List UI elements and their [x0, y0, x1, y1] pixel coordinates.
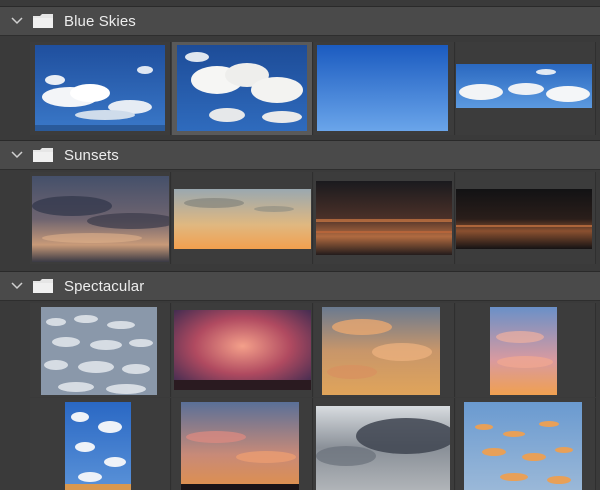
preset-thumbnail[interactable]	[314, 42, 455, 135]
preset-thumbnail[interactable]	[30, 398, 171, 490]
preset-thumbnail[interactable]	[172, 172, 313, 264]
sky-presets-panel: Blue Skies Sunsets Spectacular	[0, 0, 600, 490]
sunset-image-icon	[181, 402, 299, 490]
cloud-image-icon	[35, 45, 165, 131]
cloud-image-icon	[65, 402, 131, 490]
chevron-down-icon[interactable]	[8, 12, 26, 30]
sunset-image-icon	[456, 189, 592, 249]
cloud-image-icon	[41, 307, 157, 395]
preset-thumbnail[interactable]	[314, 398, 455, 490]
sunset-image-icon	[316, 181, 452, 255]
chevron-down-icon[interactable]	[8, 277, 26, 295]
group-title: Spectacular	[64, 277, 145, 295]
preset-thumbnail[interactable]	[456, 42, 596, 135]
preset-thumbnail[interactable]	[172, 303, 313, 397]
group-title: Sunsets	[64, 146, 119, 164]
preset-thumbnail[interactable]	[172, 42, 313, 135]
preset-thumbnail[interactable]	[456, 398, 596, 490]
sunset-image-icon	[32, 176, 169, 262]
preset-thumbnail[interactable]	[30, 42, 171, 135]
group-header-sunsets[interactable]: Sunsets	[0, 140, 600, 170]
sunset-image-icon	[464, 402, 582, 490]
preset-thumbnail[interactable]	[30, 172, 171, 264]
preset-thumbnail[interactable]	[30, 303, 171, 397]
sunset-image-icon	[174, 310, 311, 390]
preset-thumbnail[interactable]	[456, 172, 596, 264]
cloud-image-icon	[456, 64, 592, 108]
sky-image-icon	[317, 45, 448, 131]
sunset-image-icon	[174, 189, 311, 249]
cloud-image-icon	[316, 406, 450, 490]
group-header-blue-skies[interactable]: Blue Skies	[0, 6, 600, 36]
preset-thumbnail[interactable]	[314, 303, 455, 397]
chevron-down-icon[interactable]	[8, 146, 26, 164]
group-title: Blue Skies	[64, 12, 136, 30]
folder-icon	[32, 278, 54, 294]
preset-thumbnail[interactable]	[314, 172, 455, 264]
preset-thumbnail[interactable]	[456, 303, 596, 397]
sunset-image-icon	[322, 307, 440, 395]
group-header-spectacular[interactable]: Spectacular	[0, 271, 600, 301]
folder-icon	[32, 13, 54, 29]
preset-thumbnail[interactable]	[172, 398, 313, 490]
sunset-image-icon	[490, 307, 557, 395]
folder-icon	[32, 147, 54, 163]
cloud-image-icon	[177, 45, 307, 131]
